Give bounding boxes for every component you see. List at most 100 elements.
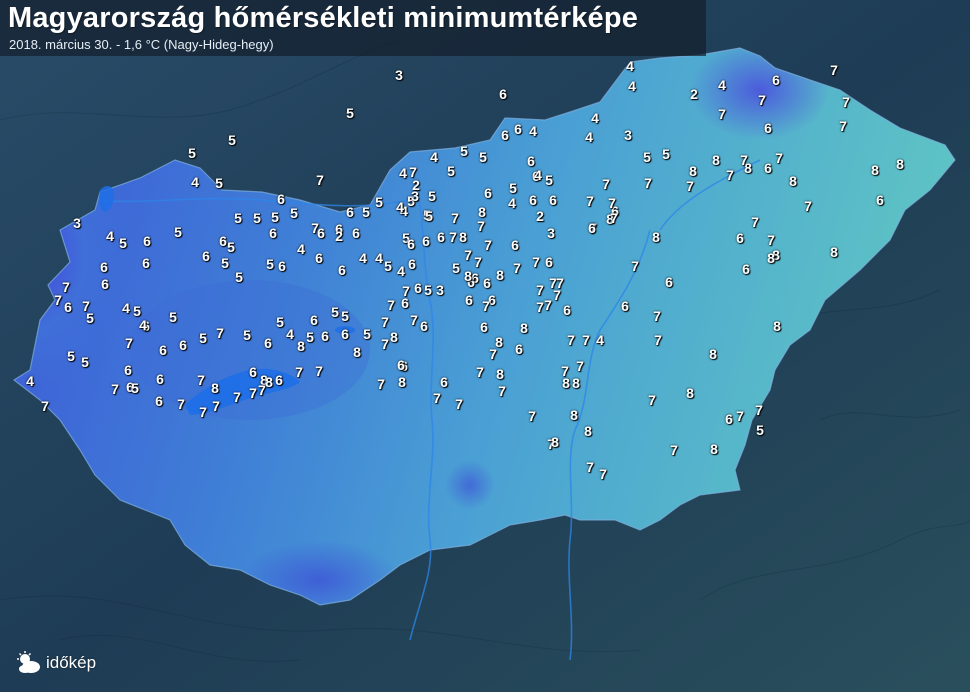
station-value: 4	[139, 317, 147, 333]
station-value: 7	[718, 106, 726, 122]
station-value: 5	[131, 380, 139, 396]
brand-name: időkép	[46, 653, 97, 672]
station-value: 8	[773, 318, 781, 334]
station-value: 5	[341, 308, 349, 324]
station-value: 8	[570, 407, 578, 423]
station-value: 5	[428, 188, 436, 204]
station-value: 5	[384, 258, 392, 274]
station-value: 5	[227, 239, 235, 255]
station-value: 7	[654, 332, 662, 348]
station-value: 7	[751, 214, 759, 230]
temperature-map: 3567557545444246777765566444355666564745…	[0, 0, 970, 692]
station-value: 7	[54, 292, 62, 308]
station-value: 7	[315, 363, 323, 379]
station-value: 8	[710, 441, 718, 457]
station-value: 7	[740, 152, 748, 168]
station-value: 7	[197, 372, 205, 388]
station-value: 4	[359, 250, 367, 266]
station-value: 6	[179, 337, 187, 353]
station-value: 6	[665, 274, 673, 290]
station-value: 6	[159, 342, 167, 358]
station-value: 7	[433, 390, 441, 406]
station-value: 7	[498, 383, 506, 399]
station-value: 5	[174, 224, 182, 240]
station-value: 7	[582, 332, 590, 348]
station-value: 8	[652, 229, 660, 245]
station-value: 6	[275, 372, 283, 388]
station-value: 6	[515, 341, 523, 357]
station-value: 6	[269, 225, 277, 241]
station-value: 7	[381, 314, 389, 330]
station-value: 8	[353, 344, 361, 360]
station-value: 5	[460, 143, 468, 159]
station-value: 2	[335, 228, 343, 244]
station-value: 6	[545, 254, 553, 270]
title-banner: Magyarország hőmérsékleti minimumtérképe…	[0, 0, 706, 56]
station-value: 3	[436, 282, 444, 298]
station-value: 8	[459, 229, 467, 245]
station-value: 8	[496, 267, 504, 283]
station-value: 6	[563, 302, 571, 318]
station-value: 5	[643, 149, 651, 165]
station-value: 7	[610, 210, 618, 226]
station-value: 4	[591, 110, 599, 126]
map-subtitle: 2018. március 30. - 1,6 °C (Nagy-Hideg-h…	[9, 37, 274, 52]
station-value: 6	[483, 275, 491, 291]
station-value: 6	[352, 225, 360, 241]
station-value: 7	[726, 167, 734, 183]
station-value: 4	[191, 174, 199, 190]
station-value: 7	[830, 62, 838, 78]
station-value: 7	[767, 232, 775, 248]
station-value: 5	[243, 327, 251, 343]
station-value: 6	[736, 230, 744, 246]
station-value: 7	[377, 376, 385, 392]
station-value: 6	[156, 371, 164, 387]
station-value: 5	[271, 209, 279, 225]
station-value: 4	[596, 332, 604, 348]
station-value: 6	[155, 393, 163, 409]
station-value: 8	[390, 329, 398, 345]
station-value: 8	[871, 162, 879, 178]
station-value: 4	[534, 167, 542, 183]
station-value: 7	[295, 364, 303, 380]
station-value: 7	[599, 466, 607, 482]
station-value: 8	[709, 346, 717, 362]
station-value: 2	[536, 208, 544, 224]
station-value: 7	[62, 279, 70, 295]
station-value: 5	[331, 304, 339, 320]
station-value: 8	[584, 423, 592, 439]
station-value: 5	[276, 314, 284, 330]
station-value: 6	[499, 86, 507, 102]
station-value: 6	[549, 192, 557, 208]
station-value: 5	[188, 145, 196, 161]
station-value: 8	[712, 152, 720, 168]
station-value: 6	[480, 319, 488, 335]
station-value: 6	[422, 233, 430, 249]
station-value: 7	[653, 308, 661, 324]
station-value: 7	[381, 336, 389, 352]
station-value: 7	[212, 398, 220, 414]
station-value: 8	[297, 338, 305, 354]
station-value: 7	[111, 381, 119, 397]
station-value: 6	[264, 335, 272, 351]
station-value: 8	[398, 374, 406, 390]
station-value: 5	[235, 269, 243, 285]
station-value: 7	[532, 254, 540, 270]
sun-cloud-icon	[17, 651, 40, 673]
station-value: 6	[397, 357, 405, 373]
station-value: 7	[476, 364, 484, 380]
station-value: 5	[290, 205, 298, 221]
station-value: 7	[567, 332, 575, 348]
station-value: 5	[509, 180, 517, 196]
station-value: 7	[644, 175, 652, 191]
station-value: 6	[64, 299, 72, 315]
station-value: 4	[508, 195, 516, 211]
station-value: 7	[536, 299, 544, 315]
station-value: 7	[316, 172, 324, 188]
station-value: 6	[202, 248, 210, 264]
station-value: 7	[82, 298, 90, 314]
station-value: 7	[249, 385, 257, 401]
station-value: 5	[221, 255, 229, 271]
station-value: 5	[253, 210, 261, 226]
station-value: 8	[562, 375, 570, 391]
